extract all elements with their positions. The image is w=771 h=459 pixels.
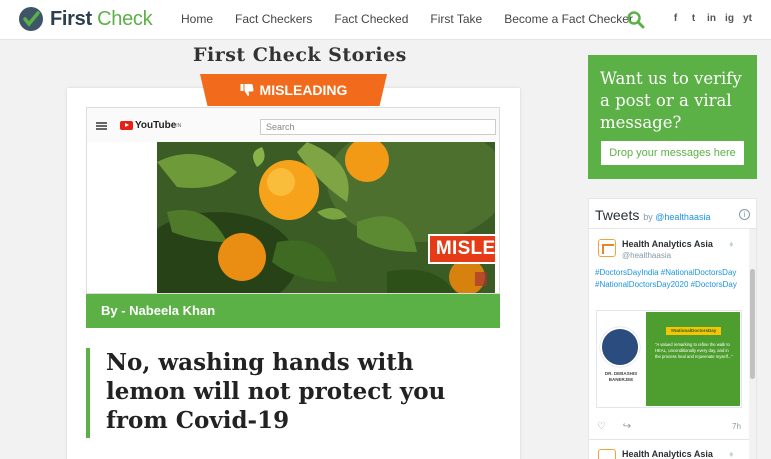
tweet-author-handle[interactable]: @healthaasia [622,251,671,260]
nav-first-take[interactable]: First Take [430,12,482,26]
tweet-hashtags[interactable]: #DoctorsDayIndia #NationalDoctorsDay #Na… [595,267,747,291]
media-card: #NationalDoctorsDay "A valued remarking … [646,312,740,406]
logo-text: First Check [50,7,153,30]
tweet-actions: ♡ ↪ [597,421,645,432]
site-header: First Check Home Fact Checkers Fact Chec… [0,0,771,40]
verdict-label: MISLEADING [259,82,348,98]
site-logo[interactable]: First Check [18,6,153,32]
tweet-author-name[interactable]: Health Analytics Asia [622,239,713,249]
logo-check-icon [19,7,43,31]
section-title: First Check Stories [193,44,407,66]
tweet-author-name[interactable]: Health Analytics Asia [622,449,713,459]
youtube-toolbar: YouTube IN Search [87,108,499,142]
social-links: f t in ig yt [670,13,753,25]
youtube-icon[interactable]: yt [742,13,753,25]
video-overlay-label: MISLEADING [428,234,495,264]
twitter-icon[interactable]: t [688,13,699,25]
twitter-by-handle[interactable]: @healthaasia [655,212,710,222]
promo-text: Want us to verify a post or a viral mess… [600,69,742,132]
title-accent-bar [86,348,90,438]
media-badge: #NationalDoctorsDay [666,327,721,335]
instagram-icon[interactable]: ig [724,13,735,25]
drop-messages-button[interactable]: Drop your messages here [601,141,744,165]
youtube-play-icon [120,121,133,130]
verdict-badge: MISLEADING [200,74,387,106]
nav-home[interactable]: Home [181,12,213,26]
video-thumbnail[interactable]: YouTubeIN Search MISLEADING [86,107,500,294]
tweet-time[interactable]: 7h [732,422,741,431]
youtube-search-box: Search [260,119,496,135]
article-title[interactable]: No, washing hands with lemon will not pr… [106,348,496,435]
scrollbar-thumb[interactable] [750,269,755,379]
twitter-title: Tweets by @healthaasia [595,207,711,223]
media-quote: "A valued remarking to refine the walk t… [655,342,733,359]
linkedin-icon[interactable]: in [706,13,717,25]
orange-tree-image [157,142,495,293]
tweets-scrollbar[interactable] [749,229,756,459]
video-frame: MISLEADING [157,142,495,293]
thumbs-down-icon [240,84,254,96]
youtube-logo: YouTube IN [120,120,181,131]
doctor-photo [600,327,640,367]
author-byline[interactable]: By - Nabeela Khan [86,294,500,328]
twitter-bird-icon: ♦ [729,449,734,459]
nav-fact-checked[interactable]: Fact Checked [334,12,408,26]
twitter-header: Tweets by @healthaasia i [589,199,756,229]
nav-fact-checkers[interactable]: Fact Checkers [235,12,312,26]
like-icon[interactable]: ♡ [597,421,606,432]
nav-become-fact-checker[interactable]: Become a Fact Checker [504,12,633,26]
youtube-sidebar [87,142,157,293]
tweet-avatar[interactable] [598,239,616,257]
twitter-by: by @healthaasia [643,212,711,222]
tweet-divider [589,439,751,440]
hamburger-menu-icon [96,122,107,130]
info-icon[interactable]: i [739,209,750,220]
tweet-avatar[interactable] [598,449,616,459]
share-icon[interactable]: ↪ [623,421,631,432]
media-person-name: DR. DEBASHIS BANERJEE [604,371,638,382]
twitter-timeline: Tweets by @healthaasia i Health Analytic… [588,198,757,459]
twitter-bird-icon: ♦ [729,239,734,249]
facebook-icon[interactable]: f [670,13,681,25]
tweet-media[interactable]: DR. DEBASHIS BANERJEE #NationalDoctorsDa… [596,310,742,408]
search-icon[interactable] [626,10,646,30]
main-nav: Home Fact Checkers Fact Checked First Ta… [181,12,655,26]
verify-promo: Want us to verify a post or a viral mess… [588,55,757,179]
